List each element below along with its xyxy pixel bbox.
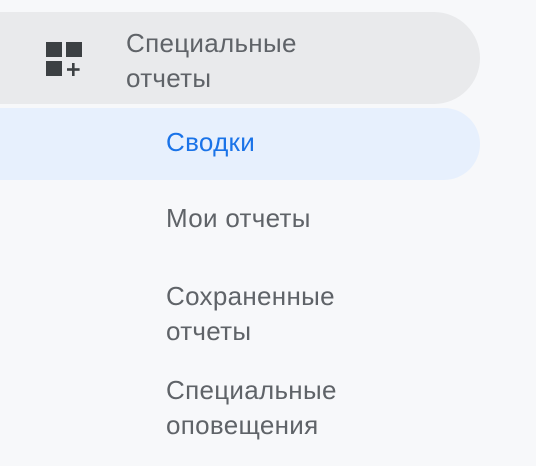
nav-item-label: Сохраненные отчеты [166, 281, 335, 346]
nav-item-dashboards[interactable]: Сводки [0, 108, 480, 180]
nav-item-custom-alerts[interactable]: Специальные оповещения [0, 366, 480, 452]
customization-section-header[interactable]: Специальные отчеты [0, 12, 480, 104]
nav-item-my-reports[interactable]: Мои отчеты [0, 184, 480, 256]
nav-item-label: Сводки [166, 127, 256, 157]
sidebar-nav: Специальные отчеты Сводки Мои отчеты Сох… [0, 0, 536, 466]
nav-item-saved-reports[interactable]: Сохраненные отчеты [0, 270, 480, 356]
add-dashboard-icon [46, 42, 82, 76]
section-label: Специальные отчеты [126, 28, 297, 93]
nav-item-label: Специальные оповещения [166, 375, 337, 440]
nav-item-label: Мои отчеты [166, 203, 311, 233]
